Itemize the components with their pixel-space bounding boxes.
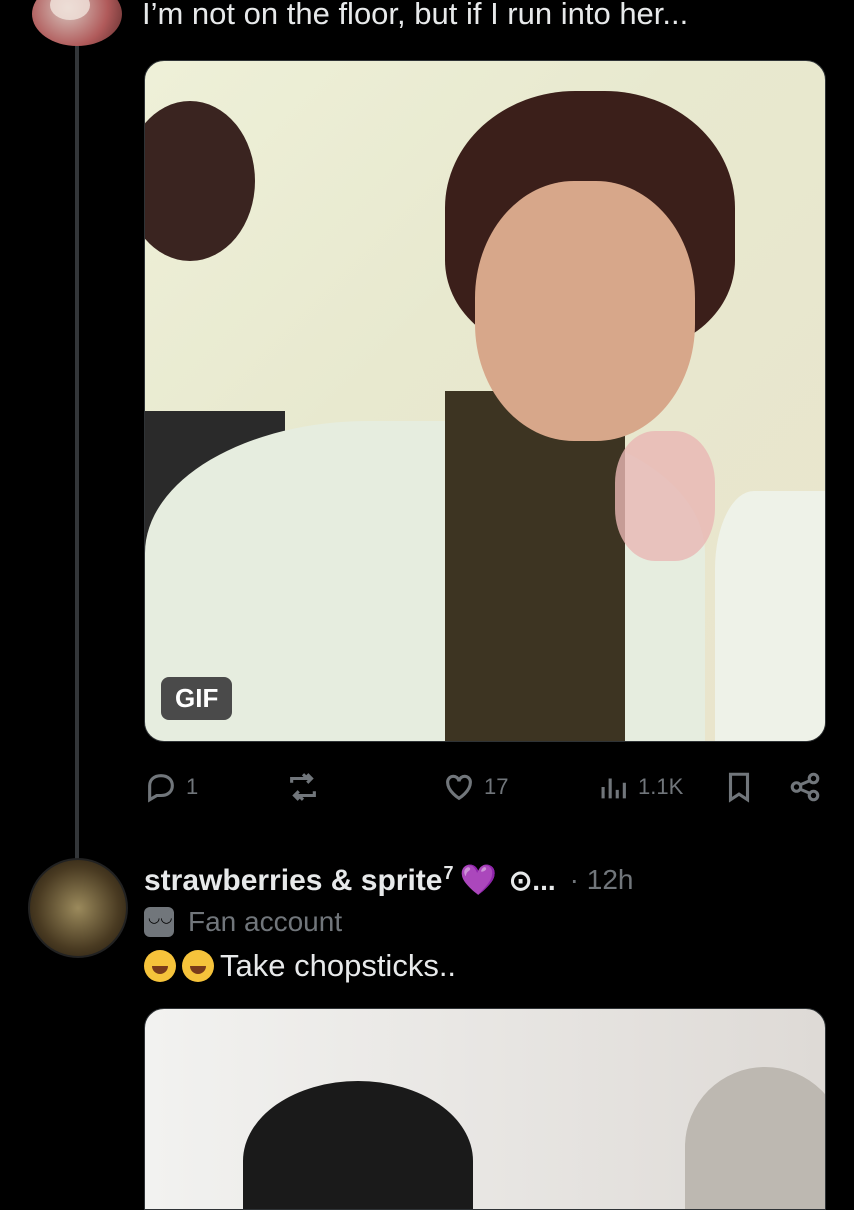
heart-icon (446, 774, 472, 801)
tweet-gif-media[interactable]: GIF (144, 60, 826, 742)
avatar[interactable] (28, 858, 128, 958)
views-icon (601, 778, 626, 799)
retweet-icon (290, 773, 316, 801)
account-label: Fan account (144, 906, 342, 938)
reply-count: 1 (186, 774, 199, 799)
media-figure (243, 1081, 473, 1209)
tweet-text: Take chopsticks.. (144, 948, 456, 984)
avatar[interactable] (32, 0, 122, 46)
media-figure (715, 491, 825, 741)
bookmark-icon (728, 772, 750, 803)
name-superscript: 7 (443, 862, 454, 883)
tweet-actions: 1 17 1.1K (144, 765, 834, 810)
gif-badge: GIF (161, 677, 233, 720)
media-figure (145, 101, 255, 261)
thread-line (75, 40, 79, 860)
media-figure (445, 391, 625, 741)
reply-icon (148, 774, 174, 803)
display-name[interactable]: strawberries & sprite7 (144, 863, 453, 898)
bookmark-button[interactable] (722, 765, 756, 809)
like-button[interactable]: 17 (442, 765, 508, 809)
media-figure (475, 181, 695, 441)
purple-heart-emoji: 💜 (459, 863, 497, 897)
laughing-emoji-icon (144, 950, 176, 982)
share-button[interactable] (788, 765, 822, 809)
truncated-handle[interactable]: ⊙... (509, 864, 556, 897)
reply-button[interactable]: 1 (144, 765, 198, 809)
media-figure (615, 431, 715, 561)
tweet-header: strawberries & sprite7 💜 ⊙... · 12h ••• (144, 858, 834, 902)
views-count: 1.1K (638, 774, 684, 799)
like-count: 17 (484, 774, 509, 799)
tweet-text: I’m not on the floor, but if I run into … (142, 0, 689, 31)
share-icon (790, 772, 820, 802)
tweet-media[interactable] (144, 1008, 826, 1210)
tweet-text-content: Take chopsticks.. (220, 948, 457, 983)
mask-icon (144, 907, 174, 937)
timestamp[interactable]: · 12h (570, 864, 634, 896)
views-button[interactable]: 1.1K (596, 765, 683, 809)
media-figure (685, 1067, 825, 1209)
retweet-button[interactable] (286, 765, 328, 809)
account-label-text: Fan account (188, 906, 343, 937)
laughing-emoji-icon (182, 950, 214, 982)
